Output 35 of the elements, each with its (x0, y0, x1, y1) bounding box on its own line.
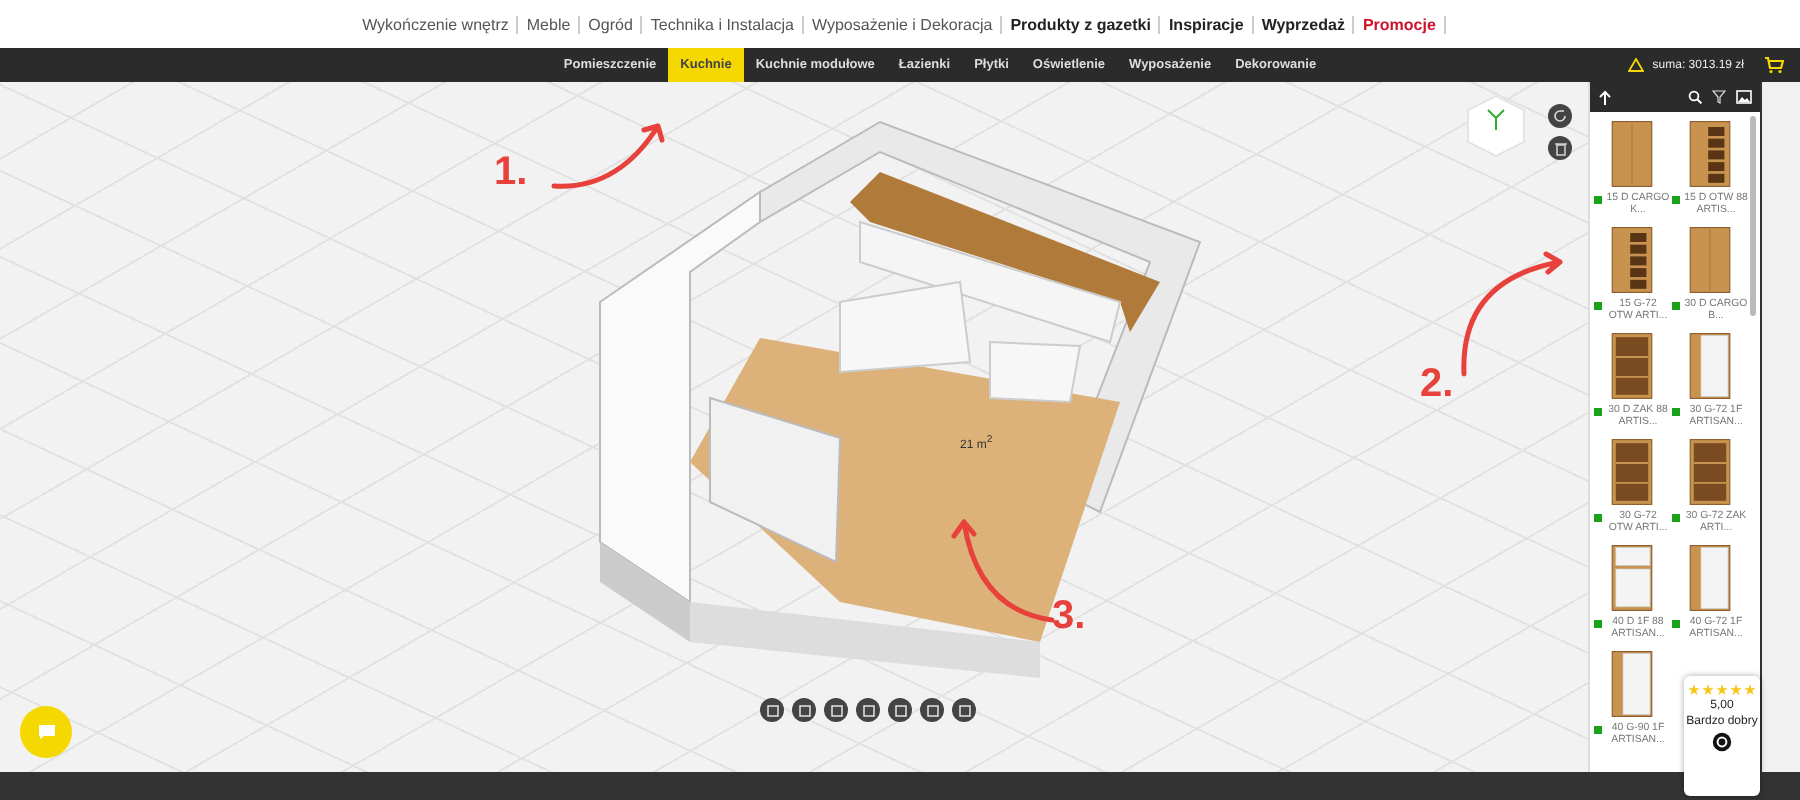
rotate-button[interactable] (1548, 104, 1572, 128)
menu-link[interactable]: Technika i Instalacja (642, 15, 804, 33)
cabinet-thumbnail (1608, 435, 1656, 508)
menu-link[interactable]: Wyposażenie i Dekoracja (804, 15, 1003, 33)
cabinet-thumbnail (1608, 223, 1656, 296)
trash-icon (1553, 141, 1567, 155)
warning-icon (1628, 58, 1645, 72)
back-arrow-icon[interactable] (1598, 89, 1612, 105)
menu-link[interactable]: Inspiracje (1160, 15, 1254, 33)
filter-icon[interactable] (1712, 90, 1726, 104)
menu-link[interactable]: Produkty z gazetki (1002, 15, 1161, 33)
cabinet-thumbnail (1608, 329, 1656, 402)
trash-button[interactable] (1548, 136, 1572, 160)
cabinet-thumbnail (1686, 329, 1734, 402)
rotate-icon (1552, 108, 1568, 124)
cabinet-thumbnail (1608, 647, 1656, 720)
badge-logo-icon (1712, 732, 1732, 752)
chat-icon (37, 724, 55, 740)
menu-link[interactable]: Promocje (1354, 15, 1446, 33)
annotation-number: 3. (1052, 594, 1086, 640)
cart-icon[interactable] (1764, 56, 1784, 74)
annotation-number: 1. (494, 150, 528, 196)
cabinet-thumbnail (1608, 541, 1656, 614)
cabinet-thumbnail (1686, 118, 1734, 190)
annotation-number: 2. (1420, 362, 1454, 408)
menu-link[interactable]: Wykończenie wnętrz (354, 15, 519, 33)
menu-link[interactable]: Wyprzedaż (1253, 15, 1355, 33)
cabinet-thumbnail (1686, 223, 1734, 296)
search-icon[interactable] (1688, 90, 1702, 104)
image-icon[interactable] (1736, 90, 1752, 104)
cabinet-thumbnail (1686, 541, 1734, 614)
menu-link[interactable]: Ogród (580, 15, 643, 33)
cabinet-thumbnail (1686, 435, 1734, 508)
cabinet-thumbnail (1608, 118, 1656, 190)
menu-link[interactable]: Meble (518, 15, 581, 33)
